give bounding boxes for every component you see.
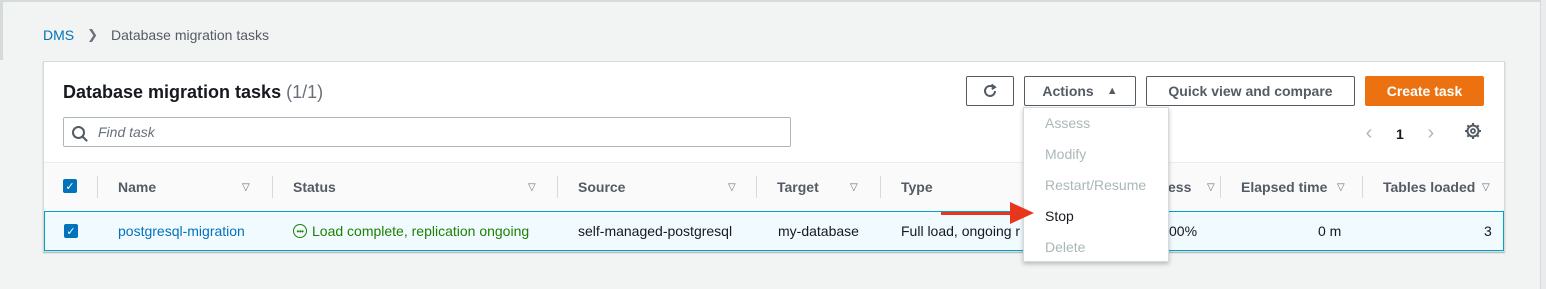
column-label: Status — [293, 179, 336, 195]
column-divider — [272, 176, 273, 198]
column-header-name[interactable]: Name — [118, 163, 156, 211]
breadcrumb-dms-link[interactable]: DMS — [43, 27, 74, 43]
column-divider — [97, 176, 98, 198]
column-divider — [756, 176, 757, 198]
column-header-elapsed[interactable]: Elapsed time — [1241, 163, 1327, 211]
top-border — [0, 0, 1546, 2]
breadcrumb-current: Database migration tasks — [111, 27, 269, 43]
column-label: Type — [901, 179, 933, 195]
column-divider — [1362, 176, 1363, 198]
status-text: Load complete, replication ongoing — [312, 223, 530, 239]
select-all-checkbox[interactable]: ✓ — [63, 179, 77, 193]
actions-dropdown-menu: Assess Modify Restart/Resume Stop Delete — [1023, 107, 1169, 262]
column-label: Elapsed time — [1241, 179, 1328, 195]
tables-loaded-cell: 3 — [1484, 223, 1492, 239]
search-input[interactable]: Find task — [63, 117, 791, 147]
elapsed-cell: 0 m — [1318, 223, 1342, 239]
progress-cell: 00% — [1169, 223, 1198, 239]
create-task-button[interactable]: Create task — [1365, 76, 1484, 106]
task-name-link[interactable]: postgresql-migration — [118, 212, 245, 250]
right-scrollbar[interactable] — [1540, 0, 1546, 289]
menu-item-restart-resume[interactable]: Restart/Resume — [1045, 177, 1146, 193]
column-label: Tables loaded — [1383, 179, 1476, 195]
column-header-status[interactable]: Status — [293, 163, 336, 211]
status-cell: ••• Load complete, replication ongoing — [293, 212, 529, 250]
actions-button[interactable]: Actions ▲ — [1024, 76, 1136, 106]
annotation-arrow-line — [941, 212, 1013, 215]
actions-button-label: Actions — [1042, 83, 1094, 99]
current-page[interactable]: 1 — [1396, 126, 1404, 142]
column-divider — [1220, 176, 1221, 198]
menu-item-delete[interactable]: Delete — [1045, 239, 1085, 255]
pagination: ‹ 1 › — [1362, 122, 1438, 145]
status-ongoing-icon: ••• — [293, 224, 307, 238]
annotation-arrow-icon — [1010, 202, 1034, 224]
column-header-type[interactable]: Type — [901, 163, 933, 211]
column-label: ess — [1168, 179, 1192, 195]
column-header-progress[interactable]: ess — [1168, 163, 1191, 211]
chevron-right-icon[interactable]: › — [1424, 122, 1438, 145]
type-cell: Full load, ongoing r — [901, 223, 1021, 239]
breadcrumb: DMS ❯ Database migration tasks — [43, 27, 269, 43]
column-label: Source — [578, 179, 626, 195]
column-divider — [557, 176, 558, 198]
gear-icon[interactable] — [1464, 122, 1482, 140]
panel-title: Database migration tasks (1/1) — [63, 82, 323, 103]
column-header-tables-loaded[interactable]: Tables loaded — [1383, 163, 1475, 211]
table-row[interactable]: ✓ postgresql-migration ••• Load complete… — [44, 211, 1504, 251]
refresh-button[interactable] — [966, 76, 1014, 106]
target-cell: my-database — [778, 223, 859, 239]
quick-view-button[interactable]: Quick view and compare — [1146, 76, 1355, 106]
refresh-icon — [984, 83, 997, 97]
panel-title-text: Database migration tasks — [63, 82, 282, 102]
chevron-right-icon: ❯ — [87, 27, 99, 42]
caret-up-icon: ▲ — [1106, 85, 1118, 97]
chevron-left-icon[interactable]: ‹ — [1362, 122, 1376, 145]
source-cell: self-managed-postgresql — [578, 223, 733, 239]
row-checkbox[interactable]: ✓ — [64, 224, 78, 238]
left-edge — [0, 0, 3, 60]
column-label: Target — [777, 179, 819, 195]
column-header-source[interactable]: Source — [578, 163, 625, 211]
menu-item-stop[interactable]: Stop — [1045, 208, 1074, 224]
column-header-target[interactable]: Target — [777, 163, 819, 211]
column-divider — [880, 176, 881, 198]
table-header: ✓ Name ▽ Status ▽ Source ▽ Target ▽ Type… — [44, 162, 1504, 210]
panel-title-count: (1/1) — [286, 82, 324, 102]
search-placeholder: Find task — [98, 124, 155, 140]
tasks-panel: Database migration tasks (1/1) Actions ▲… — [43, 61, 1505, 252]
search-icon — [72, 125, 85, 139]
menu-item-modify[interactable]: Modify — [1045, 146, 1086, 162]
column-label: Name — [118, 179, 157, 195]
menu-item-assess[interactable]: Assess — [1045, 115, 1090, 131]
